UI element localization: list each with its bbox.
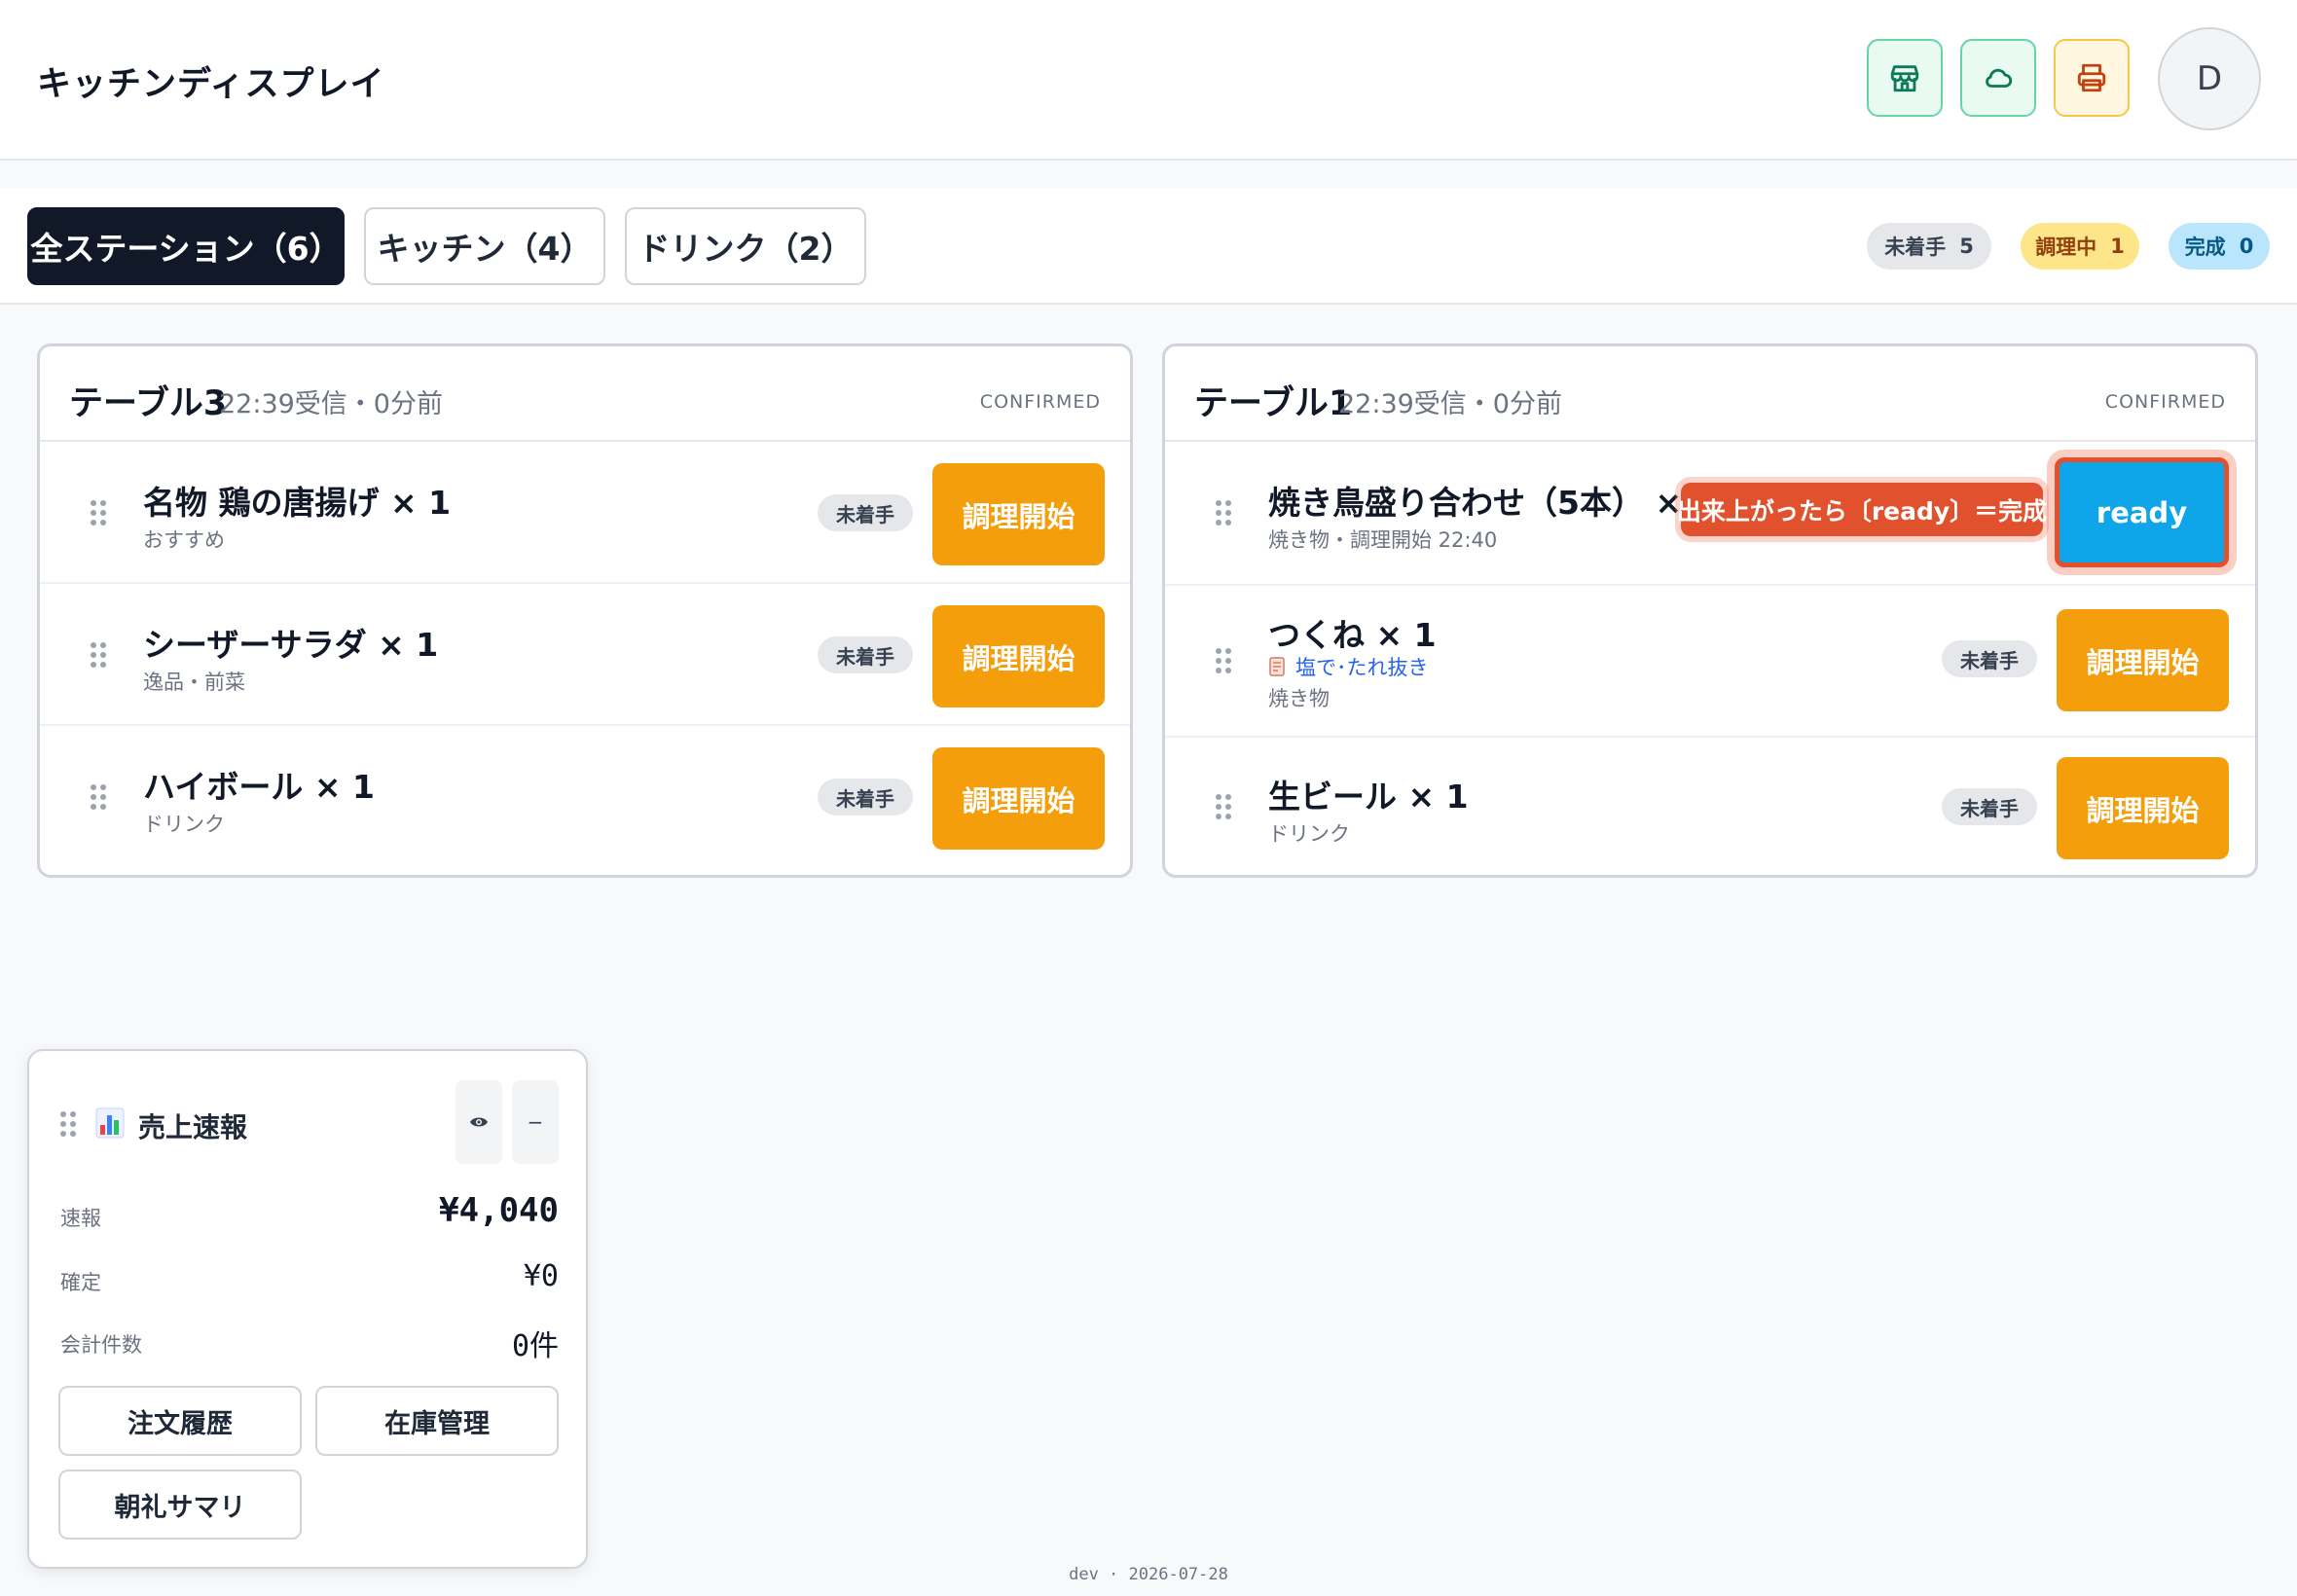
store-icon [1890, 65, 1919, 92]
status-badge: 未着手 [818, 636, 913, 673]
order-item-row: 名物 鶏の唐揚げ × 1 おすすめ 未着手 調理開始 [40, 442, 1130, 584]
tab-drink[interactable]: ドリンク（2） [625, 207, 866, 285]
table-name: テーブル1 [1194, 384, 1353, 423]
item-name: 焼き鳥盛り合わせ（5本） × 1 [1268, 484, 1716, 522]
order-status: CONFIRMED [979, 391, 1101, 413]
checkout-count-label: 会計件数 [60, 1333, 142, 1357]
confirmed-sales-value: ¥0 [523, 1259, 559, 1293]
item-name: シーザーサラダ × 1 [143, 626, 439, 664]
count-label: 未着手 [1884, 236, 1947, 259]
minimize-button[interactable]: − [512, 1080, 559, 1164]
confirmed-sales-label: 確定 [60, 1271, 101, 1294]
order-card-table3: テーブル3 22:39受信・0分前 CONFIRMED 名物 鶏の唐揚げ × 1… [37, 344, 1133, 878]
count-label: 完成 [2184, 236, 2226, 259]
drag-handle-icon[interactable] [1214, 646, 1233, 675]
status-badge: 未着手 [818, 494, 913, 531]
order-item-row: 生ビール × 1 ドリンク 未着手 調理開始 [1165, 738, 2255, 875]
start-cooking-button[interactable]: 調理開始 [2057, 757, 2229, 859]
bar-chart-icon [95, 1107, 125, 1139]
item-note: 塩で･たれ抜き [1268, 652, 1429, 681]
item-name: ハイボール × 1 [143, 768, 375, 806]
drag-handle-icon[interactable] [58, 1109, 78, 1139]
start-cooking-button[interactable]: 調理開始 [2057, 609, 2229, 711]
order-status: CONFIRMED [2104, 391, 2226, 413]
cloud-icon [1986, 68, 2013, 88]
order-history-button[interactable]: 注文履歴 [58, 1386, 302, 1456]
status-badge: 未着手 [818, 779, 913, 816]
order-meta: 22:39受信・0分前 [1338, 389, 1562, 419]
order-card-header: テーブル3 22:39受信・0分前 CONFIRMED [40, 346, 1130, 442]
checkout-count-value: 0件 [511, 1329, 559, 1363]
morning-summary-button[interactable]: 朝礼サマリ [58, 1469, 302, 1540]
item-category: ドリンク [1268, 822, 1350, 846]
flash-sales-value: ¥4,040 [439, 1191, 559, 1230]
item-name: つくね × 1 [1268, 616, 1437, 654]
start-cooking-button[interactable]: 調理開始 [932, 605, 1105, 707]
item-category: 焼き物・調理開始 22:40 [1268, 528, 1498, 552]
count-value: 1 [2110, 235, 2125, 258]
order-item-row: ハイボール × 1 ドリンク 未着手 調理開始 [40, 726, 1130, 875]
order-item-row: 焼き鳥盛り合わせ（5本） × 1 焼き物・調理開始 22:40 出来上がったら〔… [1165, 442, 2255, 586]
drag-handle-icon[interactable] [89, 782, 108, 812]
start-cooking-button[interactable]: 調理開始 [932, 747, 1105, 850]
order-meta: 22:39受信・0分前 [219, 389, 443, 419]
start-cooking-button[interactable]: 調理開始 [932, 463, 1105, 565]
widget-title: 売上速報 [138, 1111, 248, 1143]
cloud-sync-button[interactable] [1960, 39, 2036, 117]
item-category: 焼き物 [1268, 687, 1330, 710]
printer-button[interactable] [2054, 39, 2130, 117]
flash-sales-label: 速報 [60, 1207, 101, 1230]
count-label: 調理中 [2035, 236, 2097, 259]
count-done-badge: 完成 0 [2169, 223, 2270, 270]
eye-icon [470, 1117, 488, 1127]
table-name: テーブル3 [69, 384, 228, 423]
tab-all-stations[interactable]: 全ステーション（6） [27, 207, 345, 285]
item-note-text: 塩で･たれ抜き [1295, 656, 1429, 679]
sales-widget: 売上速報 − 速報 ¥4,040 確定 ¥0 会計件数 0件 注文履歴 在庫管理… [27, 1049, 588, 1569]
drag-handle-icon[interactable] [1214, 498, 1233, 527]
footer-version: dev · 2026-07-28 [1069, 1565, 1228, 1584]
item-name: 生ビール × 1 [1268, 778, 1469, 816]
count-not-started-badge: 未着手 5 [1867, 223, 1991, 270]
item-name: 名物 鶏の唐揚げ × 1 [143, 484, 452, 522]
station-filter-bar: 全ステーション（6） キッチン（4） ドリンク（2） 未着手 5 調理中 1 完… [0, 188, 2297, 305]
status-badge: 未着手 [1942, 640, 2037, 677]
user-avatar[interactable]: D [2158, 27, 2261, 130]
page-title: キッチンディスプレイ [37, 65, 385, 104]
inventory-button[interactable]: 在庫管理 [315, 1386, 559, 1456]
count-value: 5 [1959, 235, 1974, 258]
toggle-visibility-button[interactable] [456, 1080, 502, 1164]
tab-kitchen[interactable]: キッチン（4） [364, 207, 605, 285]
order-item-row: シーザーサラダ × 1 逸品・前菜 未着手 調理開始 [40, 584, 1130, 726]
order-card-table1: テーブル1 22:39受信・0分前 CONFIRMED 焼き鳥盛り合わせ（5本）… [1162, 344, 2258, 878]
drag-handle-icon[interactable] [89, 498, 108, 527]
ready-hint-tag: 出来上がったら〔ready〕＝完成 [1677, 483, 2047, 536]
count-cooking-badge: 調理中 1 [2021, 223, 2139, 270]
order-card-header: テーブル1 22:39受信・0分前 CONFIRMED [1165, 346, 2255, 442]
store-button[interactable] [1867, 39, 1943, 117]
app-header: キッチンディスプレイ D [0, 0, 2297, 161]
item-category: 逸品・前菜 [143, 671, 245, 694]
drag-handle-icon[interactable] [89, 640, 108, 670]
ready-button[interactable]: ready [2055, 457, 2229, 567]
memo-icon [1269, 657, 1285, 676]
printer-icon [2077, 63, 2106, 92]
status-badge: 未着手 [1942, 788, 2037, 825]
item-category: ドリンク [143, 813, 225, 836]
count-value: 0 [2239, 235, 2254, 258]
item-category: おすすめ [143, 528, 225, 552]
order-item-row: つくね × 1 塩で･たれ抜き 焼き物 未着手 調理開始 [1165, 586, 2255, 738]
drag-handle-icon[interactable] [1214, 792, 1233, 821]
